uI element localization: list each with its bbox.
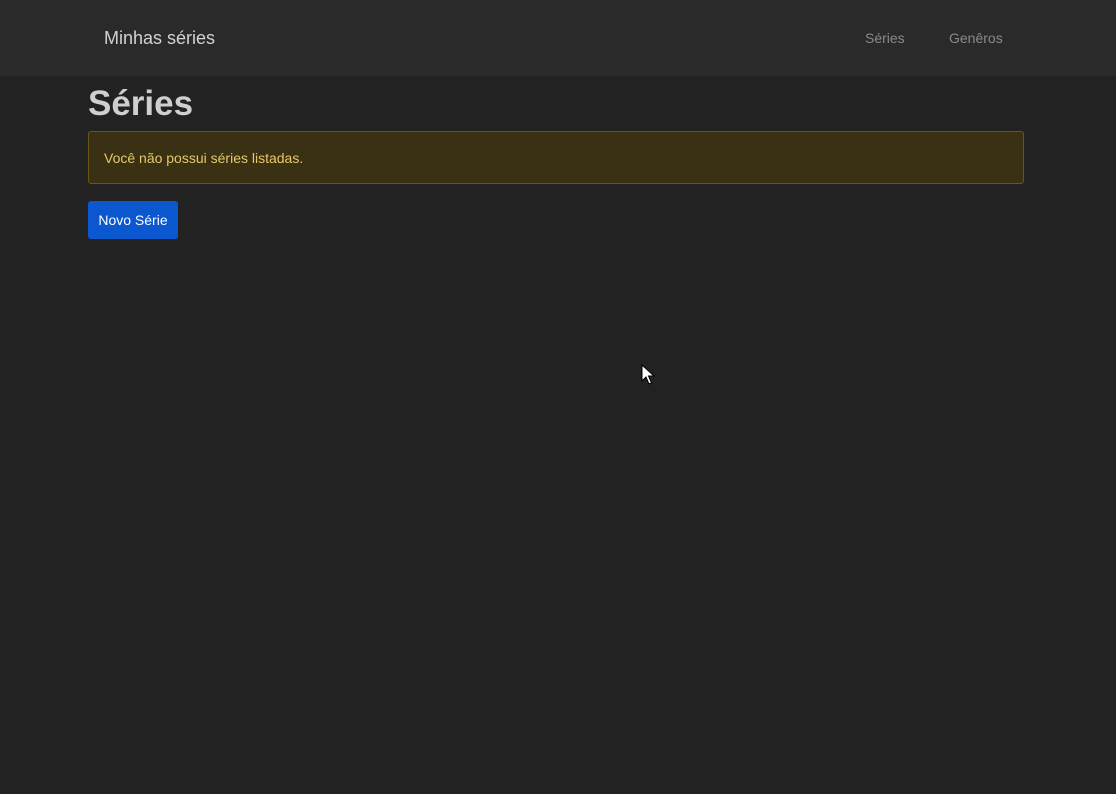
navbar-brand[interactable]: Minhas séries bbox=[104, 27, 215, 49]
empty-list-alert: Você não possui séries listadas. bbox=[88, 131, 1024, 184]
navbar: Minhas séries Séries Genêros bbox=[0, 0, 1116, 76]
nav-link-series[interactable]: Séries bbox=[865, 29, 905, 47]
new-series-button[interactable]: Novo Série bbox=[88, 201, 178, 239]
mouse-pointer-icon bbox=[641, 364, 655, 385]
alert-message: Você não possui séries listadas. bbox=[104, 150, 304, 166]
page-title: Séries bbox=[88, 84, 194, 123]
nav-link-genres[interactable]: Genêros bbox=[949, 29, 1003, 47]
